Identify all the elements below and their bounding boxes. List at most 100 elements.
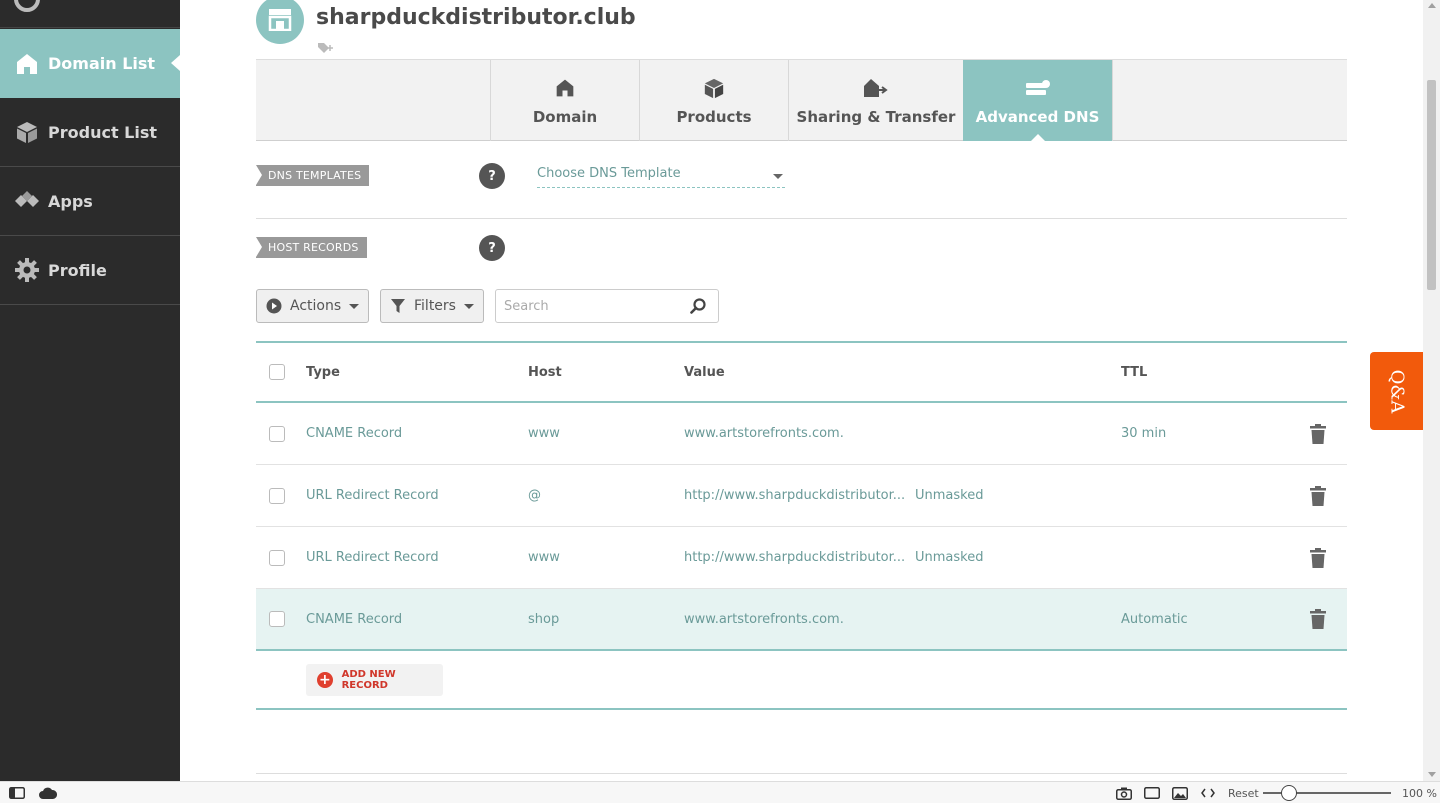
record-extra: Unmasked: [915, 488, 984, 503]
sidebar-item-profile[interactable]: Profile: [0, 236, 180, 305]
search-icon[interactable]: [690, 298, 706, 318]
record-type: URL Redirect Record: [306, 550, 439, 565]
home-icon: [14, 51, 40, 77]
host-records-label: HOST RECORDS: [256, 237, 367, 258]
sidebar-item-label: Domain List: [48, 54, 156, 73]
plus-circle-icon: +: [317, 672, 333, 688]
host-records-help-button[interactable]: ?: [479, 235, 505, 261]
record-value: http://www.sharpduckdistributor...: [684, 550, 906, 565]
account-icon: [14, 0, 40, 12]
window-icon[interactable]: [1144, 782, 1160, 804]
record-type: CNAME Record: [306, 611, 403, 627]
table-row[interactable]: CNAME Record www www.artstorefronts.com.…: [256, 403, 1347, 465]
store-icon: [256, 0, 304, 44]
qa-button[interactable]: Q&A: [1370, 352, 1423, 430]
row-checkbox[interactable]: [269, 549, 285, 566]
sidebar-item-label: Apps: [48, 191, 93, 211]
tab-label: Sharing & Transfer: [796, 108, 956, 126]
row-checkbox[interactable]: [269, 425, 285, 442]
code-icon[interactable]: [1201, 782, 1215, 804]
table-row[interactable]: CNAME Record shop www.artstorefronts.com…: [256, 589, 1347, 651]
divider: [256, 773, 1347, 774]
zoom-level: 100 %: [1402, 786, 1437, 800]
trash-icon[interactable]: [1310, 547, 1326, 572]
host-records-table: Type Host Value TTL CNAME Record www www…: [256, 341, 1347, 651]
chevron-down-icon: [773, 174, 783, 179]
trash-icon[interactable]: [1310, 485, 1326, 510]
tab-sharing-transfer[interactable]: Sharing & Transfer: [788, 60, 963, 141]
add-new-record-label: ADD NEW RECORD: [341, 669, 396, 691]
filter-icon: [390, 298, 406, 314]
scroll-up-icon[interactable]: [1428, 3, 1436, 8]
table-row[interactable]: URL Redirect Record www http://www.sharp…: [256, 527, 1347, 589]
home-icon: [555, 76, 575, 100]
column-header-ttl[interactable]: TTL: [1121, 343, 1147, 401]
vertical-scrollbar[interactable]: [1423, 0, 1440, 781]
dns-templates-label: DNS TEMPLATES: [256, 165, 370, 186]
sidebar-item-label: Profile: [48, 260, 107, 280]
dns-server-icon: [1025, 76, 1051, 100]
record-host: @: [528, 488, 541, 503]
scrollbar-thumb[interactable]: [1427, 80, 1436, 290]
image-icon[interactable]: [1172, 782, 1188, 804]
record-host: shop: [528, 611, 560, 627]
record-host: www: [528, 550, 560, 565]
trash-icon[interactable]: [1310, 423, 1326, 448]
play-icon: [266, 298, 282, 314]
camera-icon[interactable]: [1116, 782, 1132, 804]
tab-divider: [1112, 60, 1113, 141]
select-all-checkbox[interactable]: [269, 364, 285, 380]
domain-tabs: Domain Products Sharing & Transfer Advan…: [256, 59, 1347, 142]
sidebar-item-product-list[interactable]: Product List: [0, 98, 180, 167]
divider: [256, 218, 1347, 219]
row-checkbox[interactable]: [269, 611, 285, 627]
zoom-reset-button[interactable]: Reset: [1228, 782, 1259, 804]
zoom-slider-handle[interactable]: [1281, 785, 1297, 801]
dns-template-select[interactable]: Choose DNS Template: [537, 166, 785, 188]
dns-templates-help-button[interactable]: ?: [479, 163, 505, 189]
transfer-icon: [863, 76, 889, 100]
tab-advanced-dns[interactable]: Advanced DNS: [963, 60, 1112, 142]
record-extra: Unmasked: [915, 550, 984, 565]
qa-label: Q&A: [1386, 369, 1407, 413]
record-ttl: Automatic: [1121, 611, 1188, 627]
box-icon: [14, 119, 40, 145]
dns-template-select-value: Choose DNS Template: [537, 166, 681, 181]
column-header-host[interactable]: Host: [528, 343, 562, 401]
sidebar-item-apps[interactable]: Apps: [0, 167, 180, 236]
scroll-down-icon[interactable]: [1428, 772, 1436, 777]
actions-label: Actions: [290, 298, 342, 314]
trash-icon[interactable]: [1310, 609, 1326, 633]
record-ttl: 30 min: [1121, 426, 1167, 441]
panel-toggle-icon[interactable]: [9, 782, 25, 804]
row-checkbox[interactable]: [269, 487, 285, 504]
tab-label: Products: [676, 108, 752, 126]
sidebar-top-item[interactable]: [0, 0, 180, 28]
record-value: www.artstorefronts.com.: [684, 611, 844, 627]
table-row[interactable]: URL Redirect Record @ http://www.sharpdu…: [256, 465, 1347, 527]
sidebar-item-domain-list[interactable]: Domain List: [0, 29, 180, 98]
tab-label: Advanced DNS: [975, 108, 1100, 126]
actions-button[interactable]: Actions: [256, 289, 369, 323]
add-new-record-button[interactable]: + ADD NEW RECORD: [306, 664, 443, 696]
box-icon: [703, 76, 725, 100]
record-value: http://www.sharpduckdistributor...: [684, 488, 906, 503]
status-bar: Reset 100 %: [0, 781, 1440, 803]
gear-icon: [14, 257, 40, 283]
filters-label: Filters: [414, 298, 456, 314]
cloud-icon[interactable]: [39, 782, 57, 804]
add-tag-icon[interactable]: [318, 39, 334, 58]
tab-products[interactable]: Products: [639, 60, 788, 141]
column-header-type[interactable]: Type: [306, 343, 340, 401]
search-box: [495, 289, 719, 323]
tab-label: Domain: [532, 108, 598, 126]
filters-button[interactable]: Filters: [380, 289, 484, 323]
zoom-slider[interactable]: [1263, 785, 1391, 801]
column-header-value[interactable]: Value: [684, 343, 725, 401]
tab-domain[interactable]: Domain: [490, 60, 639, 141]
record-host: www: [528, 426, 560, 441]
apps-icon: [14, 188, 40, 214]
search-input[interactable]: [496, 290, 676, 322]
record-type: CNAME Record: [306, 426, 403, 441]
divider: [256, 708, 1347, 710]
